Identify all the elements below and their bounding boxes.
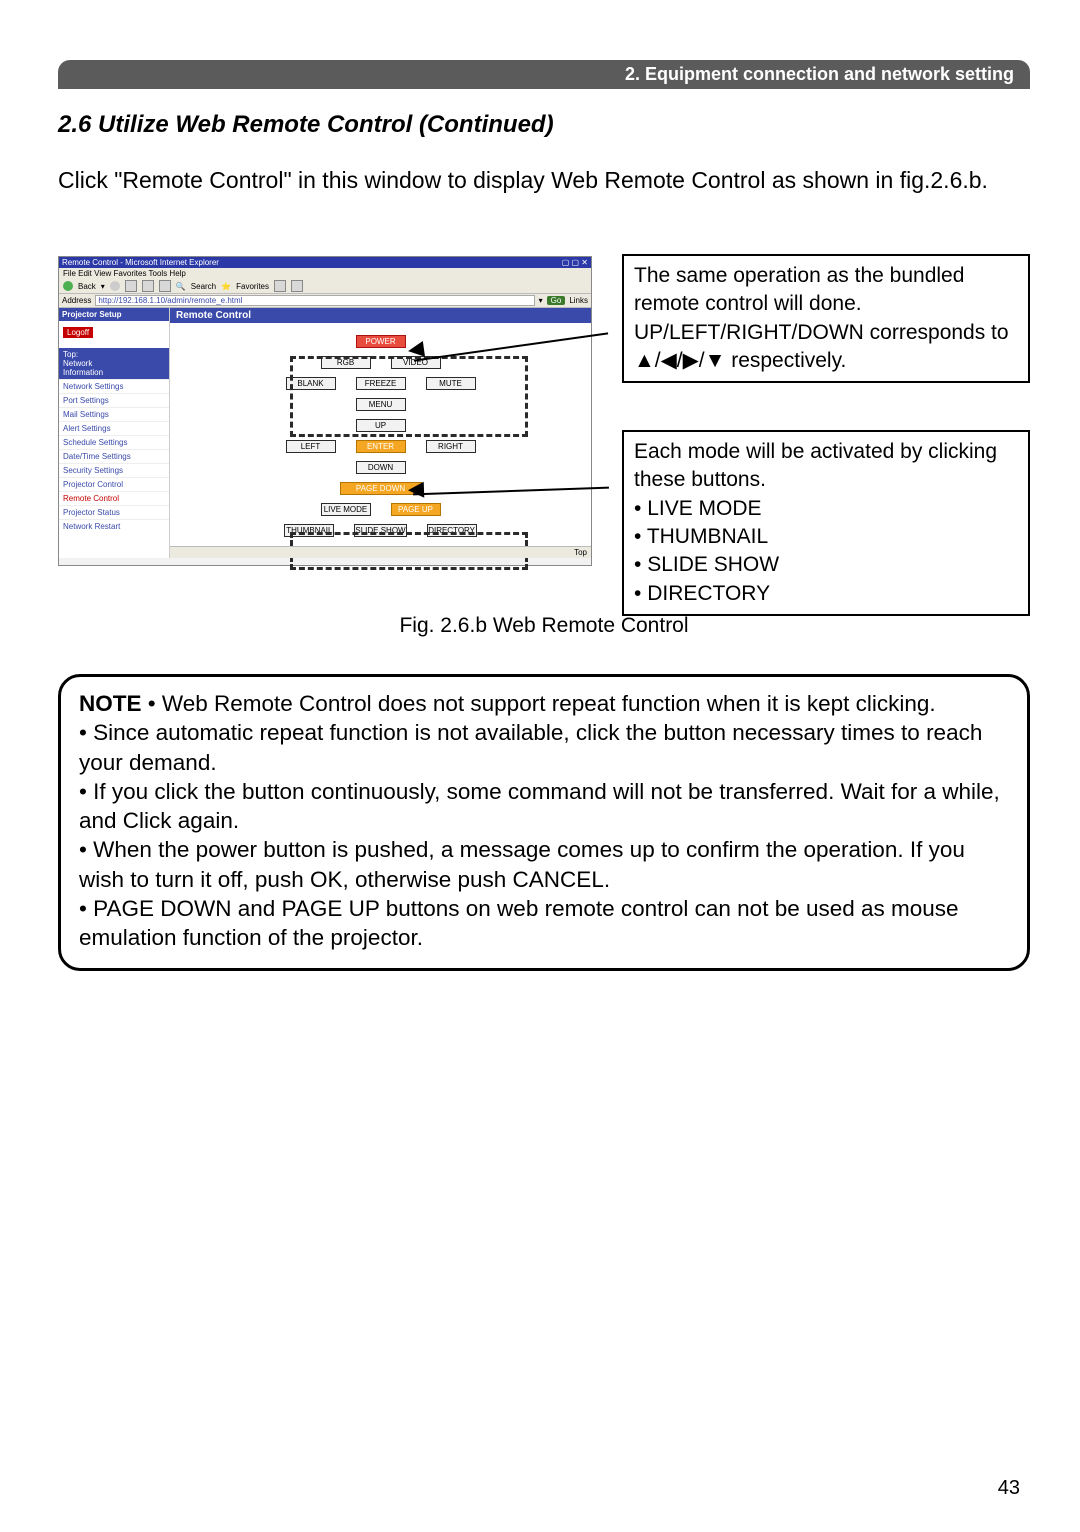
note-label: NOTE: [79, 691, 142, 716]
logoff-button: Logoff: [63, 327, 93, 338]
web-remote-screenshot: Remote Control - Microsoft Internet Expl…: [58, 256, 592, 566]
back-icon: [63, 281, 73, 291]
callout-1-line1: The same operation as the bundled remote…: [634, 264, 964, 315]
note-bullet-5: • PAGE DOWN and PAGE UP buttons on web r…: [79, 896, 959, 950]
address-field: http://192.168.1.10/admin/remote_e.html: [95, 295, 534, 306]
callout-arrowhead-2: [408, 482, 425, 499]
note-bullet-4: • When the power button is pushed, a mes…: [79, 837, 965, 891]
history-icon: [291, 280, 303, 292]
right-button: RIGHT: [426, 440, 476, 453]
window-controls: ▢ ▢ ✕: [562, 258, 588, 267]
nav-item: Mail Settings: [59, 407, 169, 421]
callout-2-item: DIRECTORY: [647, 582, 770, 605]
dashed-outline-1: [290, 356, 528, 437]
nav-item: Alert Settings: [59, 421, 169, 435]
pageup-button: PAGE UP: [391, 503, 441, 516]
page-number: 43: [998, 1477, 1020, 1500]
go-button: Go: [547, 296, 566, 305]
callout-2-item: LIVE MODE: [647, 497, 761, 520]
nav-item: Network Settings: [59, 379, 169, 393]
nav-item: Projector Control: [59, 477, 169, 491]
figure-area: Remote Control - Microsoft Internet Expl…: [58, 246, 1030, 596]
callout-2-item: THUMBNAIL: [647, 525, 768, 548]
callout-1: The same operation as the bundled remote…: [622, 254, 1030, 383]
callout-2: Each mode will be activated by clicking …: [622, 430, 1030, 616]
links-label: Links: [569, 296, 588, 305]
callout-1-line2: UP/LEFT/RIGHT/DOWN corresponds to ▲/◀/▶/…: [634, 321, 1009, 372]
figure-caption: Fig. 2.6.b Web Remote Control: [58, 614, 1030, 638]
nav-item: Schedule Settings: [59, 435, 169, 449]
window-menubar: File Edit View Favorites Tools Help: [59, 268, 591, 279]
down-button: DOWN: [356, 461, 406, 474]
callout-2-item: SLIDE SHOW: [647, 553, 779, 576]
nav-item-remote: Remote Control: [59, 491, 169, 505]
live-button: LIVE MODE: [321, 503, 371, 516]
fav-label: Favorites: [236, 282, 269, 291]
nav-item: Date/Time Settings: [59, 449, 169, 463]
stop-icon: [125, 280, 137, 292]
left-button: LEFT: [286, 440, 336, 453]
callout-arrowhead-1: [407, 341, 425, 359]
nav-top: Top: Network Information: [59, 348, 169, 379]
back-label: Back: [78, 282, 96, 291]
home-icon: [159, 280, 171, 292]
ie-toolbar: Back ▾ 🔍Search ⭐Favorites: [59, 279, 591, 294]
panel-header: Remote Control: [170, 308, 591, 323]
nav-item: Projector Status: [59, 505, 169, 519]
nav-item: Port Settings: [59, 393, 169, 407]
search-label: Search: [191, 282, 216, 291]
ie-status-bar: Top: [170, 546, 591, 558]
enter-button: ENTER: [356, 440, 406, 453]
nav-item: Network Restart: [59, 519, 169, 533]
note-bullet-1: • Web Remote Control does not support re…: [148, 691, 936, 716]
forward-icon: [110, 281, 120, 291]
window-titlebar: Remote Control - Microsoft Internet Expl…: [59, 257, 591, 268]
callout-2-line1: Each mode will be activated by clicking …: [634, 440, 997, 491]
nav-item: Security Settings: [59, 463, 169, 477]
address-bar: Address http://192.168.1.10/admin/remote…: [59, 294, 591, 308]
status-top-link: Top: [574, 548, 587, 557]
window-title: Remote Control - Microsoft Internet Expl…: [62, 258, 219, 267]
section-header: 2. Equipment connection and network sett…: [58, 60, 1030, 89]
intro-paragraph: Click "Remote Control" in this window to…: [58, 165, 1030, 196]
note-bullet-3: • If you click the button continuously, …: [79, 779, 1000, 833]
address-label: Address: [62, 296, 91, 305]
section-title: 2.6 Utilize Web Remote Control (Continue…: [58, 111, 1030, 139]
power-button: POWER: [356, 335, 406, 348]
note-box: NOTE • Web Remote Control does not suppo…: [58, 674, 1030, 971]
media-icon: [274, 280, 286, 292]
manual-page: 2. Equipment connection and network sett…: [0, 0, 1080, 1532]
refresh-icon: [142, 280, 154, 292]
note-bullet-2: • Since automatic repeat function is not…: [79, 720, 982, 774]
left-nav: Projector Setup Logoff Top: Network Info…: [59, 308, 170, 558]
nav-title: Projector Setup: [59, 308, 169, 321]
